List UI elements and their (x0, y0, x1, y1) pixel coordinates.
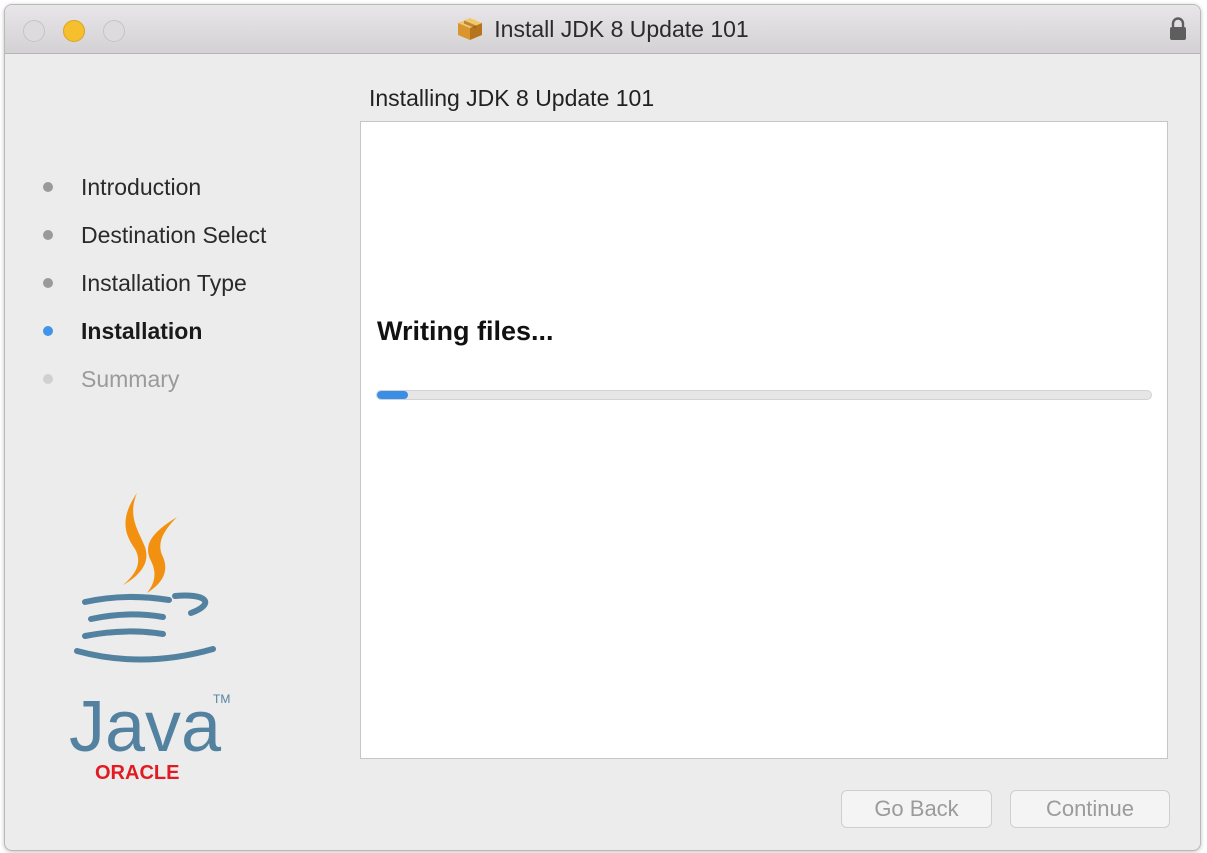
progress-fill (377, 391, 408, 399)
java-wordmark: Java (69, 687, 222, 767)
step-installation: Installation (43, 316, 202, 346)
step-summary: Summary (43, 364, 179, 394)
window-title: Install JDK 8 Update 101 (494, 15, 749, 42)
status-text: Writing files... (377, 316, 554, 346)
step-indicator-dot (43, 230, 53, 240)
oracle-wordmark: ORACLE (95, 762, 179, 784)
step-indicator-dot (43, 278, 53, 288)
step-label: Summary (81, 365, 180, 392)
trademark-mark: TM (213, 692, 230, 706)
install-progress-bar (376, 390, 1152, 400)
package-icon (458, 18, 483, 40)
step-label: Installation (81, 317, 203, 344)
lock-icon (1170, 17, 1186, 40)
step-indicator-dot (43, 374, 53, 384)
step-destination-select: Destination Select (43, 220, 266, 250)
step-installation-type: Installation Type (43, 268, 247, 298)
installer-window: Install JDK 8 Update 101 Introduction De… (4, 4, 1201, 851)
window-title-group: Install JDK 8 Update 101 (5, 5, 1200, 53)
title-bar[interactable]: Install JDK 8 Update 101 (5, 5, 1200, 54)
step-introduction: Introduction (43, 172, 201, 202)
install-content-panel: Writing files... (360, 121, 1168, 759)
step-indicator-dot (43, 326, 53, 336)
step-label: Installation Type (81, 269, 247, 296)
java-logo: Java TM ORACLE (69, 493, 230, 784)
step-label: Destination Select (81, 221, 267, 248)
pane-title: Installing JDK 8 Update 101 (369, 85, 655, 111)
step-indicator-dot (43, 182, 53, 192)
continue-button[interactable]: Continue (1010, 790, 1170, 828)
steps-sidebar: Introduction Destination Select Installa… (5, 53, 355, 850)
step-label: Introduction (81, 173, 202, 200)
go-back-button[interactable]: Go Back (841, 790, 992, 828)
